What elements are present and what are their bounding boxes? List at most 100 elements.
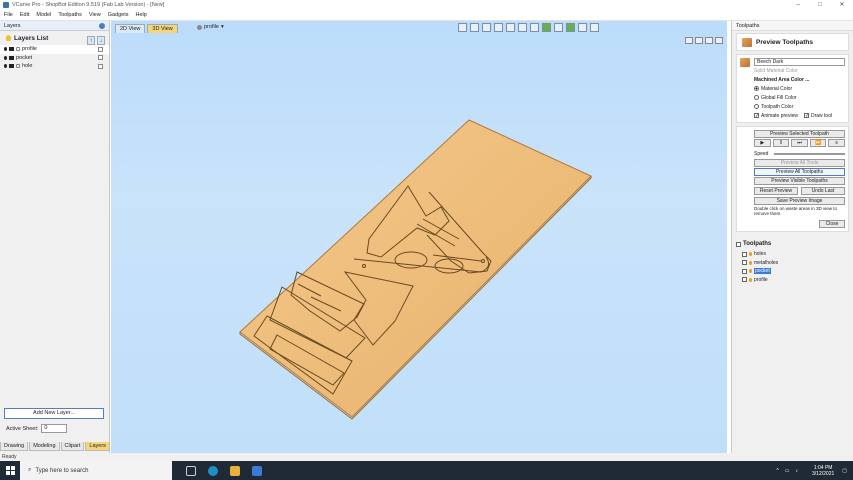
toolpaths-panel-header: Toolpaths [732, 21, 853, 31]
play-icon[interactable]: ▶ [754, 139, 771, 147]
layers-panel-header-label: Layers [4, 22, 21, 29]
tab-modeling[interactable]: Modeling [29, 442, 60, 451]
windows-logo-icon [5, 466, 15, 475]
animate-checkbox[interactable]: ✓ [754, 113, 759, 119]
material-color-radio[interactable] [754, 86, 759, 91]
undo-last-button[interactable]: Undo Last [801, 187, 845, 195]
taskbar-search[interactable]: ⌕ Type here to search [20, 461, 172, 480]
clock[interactable]: 1:04 PM 3/12/2021 [812, 465, 834, 477]
draw-tool-checkbox[interactable]: ✓ [803, 113, 809, 119]
toolpath-checkbox[interactable] [742, 260, 747, 266]
preview-toolpaths-label: Preview Toolpaths [756, 38, 813, 46]
playback-controls: ▶ ‖ ⏭ ⏩ ≡ [754, 139, 845, 148]
layer-name: hole [22, 63, 33, 70]
toolpath-item-profile[interactable]: profile [732, 276, 853, 285]
toolpath-item-pocket[interactable]: pocket [732, 267, 853, 276]
menu-gadgets[interactable]: Gadgets [108, 12, 129, 18]
active-sheet-select[interactable]: 0 [41, 424, 68, 433]
toolpath-icon [749, 269, 752, 274]
toolpath-name: metalholes [754, 259, 779, 266]
toolpath-name: holes [754, 251, 766, 258]
menu-help[interactable]: Help [136, 12, 147, 18]
menu-file[interactable]: File [4, 12, 13, 18]
maximize-icon[interactable]: □ [809, 0, 831, 10]
material-color-option[interactable]: Material Color [740, 84, 845, 93]
minimize-icon[interactable]: – [787, 0, 809, 10]
network-icon[interactable]: ▭ [785, 468, 790, 474]
task-view-icon[interactable] [186, 465, 196, 476]
preview-all-toolpaths-button[interactable]: Preview All Toolpaths [754, 168, 845, 176]
wood-sheet [239, 119, 592, 418]
material-settings: Beech Dark Solid Material Color Machined… [736, 54, 849, 123]
tab-layers[interactable]: Layers [85, 442, 110, 451]
material-dropdown[interactable]: Beech Dark [754, 57, 845, 66]
reset-preview-button[interactable]: Reset Preview [754, 187, 798, 195]
monitor-icon [9, 47, 14, 52]
add-layer-button[interactable]: Add New Layer... [4, 408, 104, 419]
layer-item-profile[interactable]: profile [0, 45, 109, 54]
move-up-icon[interactable]: ↑ [87, 36, 95, 45]
preview-all-tools-button[interactable]: Preview All Tools [754, 159, 845, 167]
toolpath-checkbox[interactable] [742, 251, 747, 257]
lock-icon[interactable] [16, 64, 20, 69]
toolpath-name: profile [754, 276, 768, 283]
preview-controls: Preview Selected Toolpath ▶ ‖ ⏭ ⏩ ≡ Spee… [736, 126, 849, 232]
visibility-icon[interactable] [4, 47, 7, 52]
toolpath-color-option[interactable]: Toolpath Color [740, 102, 845, 111]
step-icon[interactable]: ⏭ [791, 139, 808, 147]
toolpath-color-radio[interactable] [754, 104, 759, 109]
menu-edit[interactable]: Edit [20, 12, 29, 18]
preview-visible-button[interactable]: Preview Visible Toolpaths [754, 177, 845, 185]
preview-selected-button[interactable]: Preview Selected Toolpath [754, 130, 845, 138]
toolpath-icon [749, 260, 752, 265]
toolpath-icon [749, 277, 752, 282]
layer-checkbox[interactable] [98, 63, 103, 69]
bottom-tabs: Drawing Modeling Clipart Layers [0, 442, 111, 451]
layer-checkbox[interactable] [98, 46, 103, 52]
pin-icon[interactable] [99, 23, 105, 29]
volume-icon[interactable]: ♪ [796, 468, 799, 474]
close-button[interactable]: Close [819, 220, 845, 228]
lock-icon[interactable] [16, 47, 20, 52]
edge-icon[interactable] [208, 465, 218, 476]
tab-clipart[interactable]: Clipart [60, 442, 85, 451]
visibility-icon[interactable] [4, 64, 7, 69]
tray-chevron-icon[interactable]: ^ [776, 468, 778, 474]
waste-hint: Double click on waste areas in 3D view t… [754, 206, 838, 216]
global-fill-radio[interactable] [754, 95, 759, 100]
toolpath-checkbox[interactable] [742, 268, 747, 274]
tab-drawing[interactable]: Drawing [0, 442, 29, 451]
fast-forward-icon[interactable]: ⏩ [809, 139, 827, 147]
search-icon: ⌕ [28, 467, 32, 473]
machined-area-row: Machined Area Color ... [740, 75, 845, 84]
settings-icon[interactable]: ≡ [828, 139, 845, 147]
3d-viewport[interactable]: 2D View 3D View profile ▾ [111, 21, 727, 453]
animate-row: ✓ Animate preview ✓ Draw tool [740, 111, 845, 120]
material-icon [740, 58, 750, 67]
global-fill-label: Global Fill Color [761, 94, 797, 101]
save-preview-button[interactable]: Save Preview Image [754, 197, 845, 205]
close-icon[interactable]: ✕ [831, 0, 853, 10]
move-down-icon[interactable]: ↓ [97, 36, 105, 45]
file-explorer-icon[interactable] [230, 465, 240, 476]
vcarve-icon[interactable] [252, 465, 262, 476]
layer-item-pocket[interactable]: pocket [0, 54, 109, 63]
machined-area-label: Machined Area Color ... [754, 76, 810, 83]
layer-item-hole[interactable]: hole [0, 62, 109, 71]
toolpaths-all-checkbox[interactable] [736, 241, 741, 247]
notifications-icon[interactable]: ▢ [842, 468, 847, 474]
menu-model[interactable]: Model [36, 12, 51, 18]
layer-checkbox[interactable] [98, 55, 103, 61]
toolpath-checkbox[interactable] [742, 277, 747, 283]
menu-bar: File Edit Model Toolpaths View Gadgets H… [0, 10, 853, 21]
menu-view[interactable]: View [89, 12, 101, 18]
toolpath-item-holes[interactable]: holes [732, 250, 853, 259]
menu-toolpaths[interactable]: Toolpaths [58, 12, 82, 18]
global-fill-option[interactable]: Global Fill Color [740, 93, 845, 102]
pause-icon[interactable]: ‖ [772, 139, 790, 147]
toolpath-item-metalholes[interactable]: metalholes [732, 259, 853, 268]
visibility-icon[interactable] [4, 55, 7, 60]
speed-slider[interactable] [774, 152, 845, 155]
start-button[interactable] [0, 461, 20, 480]
toolpaths-list-title: Toolpaths [743, 241, 772, 247]
